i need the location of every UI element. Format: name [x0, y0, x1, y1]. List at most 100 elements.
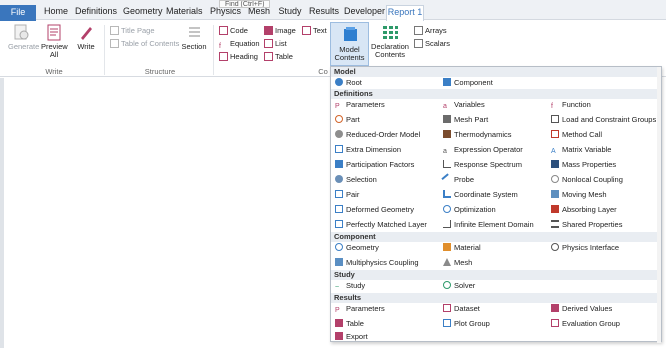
image-icon: [264, 26, 273, 35]
menu-item-label: Matrix Variable: [562, 145, 612, 154]
menu-item-study[interactable]: ~ Study: [335, 280, 365, 292]
menu-item-variables[interactable]: a Variables: [443, 99, 485, 111]
menu-item-plot-group[interactable]: Plot Group: [443, 318, 490, 330]
menu-item-infinite-element-domain[interactable]: Infinite Element Domain: [443, 219, 534, 231]
text-label: Text: [313, 26, 327, 35]
tab-definitions[interactable]: Definitions: [75, 5, 117, 20]
menu-item-table[interactable]: Table: [335, 318, 364, 330]
table-button[interactable]: Table: [264, 52, 293, 62]
list-button[interactable]: List: [264, 39, 287, 49]
code-button[interactable]: Code: [219, 26, 248, 36]
load-groups-icon: [551, 115, 559, 123]
menu-item-label: Extra Dimension: [346, 145, 402, 154]
menu-item-selection[interactable]: Selection: [335, 174, 377, 186]
menu-item-evaluation-group[interactable]: Evaluation Group: [551, 318, 620, 330]
menu-scrollbar[interactable]: [657, 67, 661, 343]
menu-item-perfectly-matched-layer[interactable]: Perfectly Matched Layer: [335, 219, 427, 231]
menu-item-dataset[interactable]: Dataset: [443, 303, 480, 315]
menu-item-part[interactable]: Part: [335, 114, 360, 126]
menu-item-response-spectrum[interactable]: Response Spectrum: [443, 159, 522, 171]
menu-item-coordinate-system[interactable]: Coordinate System: [443, 189, 518, 201]
tab-developer[interactable]: Developer: [344, 5, 385, 20]
export-icon: [335, 332, 343, 340]
menu-item-absorbing-layer[interactable]: Absorbing Layer: [551, 204, 617, 216]
tab-materials[interactable]: Materials: [166, 5, 203, 20]
menu-item-function[interactable]: f Function: [551, 99, 591, 111]
equation-button[interactable]: f Equation: [219, 39, 260, 50]
menu-item-mesh[interactable]: Mesh: [443, 257, 472, 269]
menu-item-mass-properties[interactable]: Mass Properties: [551, 159, 616, 171]
menu-item-label: Reduced-Order Model: [346, 130, 421, 139]
menu-item-multiphysics-coupling[interactable]: Multiphysics Coupling: [335, 257, 419, 269]
menu-item-component[interactable]: Component: [443, 77, 493, 89]
heading-button[interactable]: Heading: [219, 52, 258, 62]
method-call-icon: [551, 130, 559, 138]
arrays-button[interactable]: Arrays: [414, 26, 447, 36]
menu-item-label: Expression Operator: [454, 145, 523, 154]
function-icon: f: [551, 103, 553, 110]
plot-group-icon: [443, 319, 451, 327]
menu-item-moving-mesh[interactable]: Moving Mesh: [551, 189, 607, 201]
menu-item-shared-properties[interactable]: Shared Properties: [551, 219, 622, 231]
text-icon: [302, 26, 311, 35]
menu-item-label: Parameters: [346, 304, 385, 313]
model-contents-button[interactable]: Model Contents: [330, 22, 369, 66]
preview-all-button[interactable]: Preview All: [38, 24, 70, 59]
tab-home[interactable]: Home: [44, 5, 68, 20]
menu-item-participation-factors[interactable]: Participation Factors: [335, 159, 414, 171]
menu-item-optimization[interactable]: Optimization: [443, 204, 496, 216]
section-button[interactable]: Section: [180, 24, 208, 51]
menu-item-label: Geometry: [346, 243, 379, 252]
menu-item-nonlocal-coupling[interactable]: Nonlocal Coupling: [551, 174, 623, 186]
menu-item-label: Load and Constraint Groups: [562, 115, 657, 124]
image-button[interactable]: Image: [264, 26, 296, 36]
generate-button[interactable]: Generate: [8, 24, 39, 51]
variables-icon: a: [443, 103, 447, 110]
infinite-element-domain-icon: [443, 220, 451, 228]
tab-geometry[interactable]: Geometry: [123, 5, 163, 20]
heading-label: Heading: [230, 52, 258, 61]
menu-item-label: Shared Properties: [562, 220, 623, 229]
tab-report-1[interactable]: Report 1: [386, 5, 424, 21]
menu-item-pair[interactable]: Pair: [335, 189, 359, 201]
write-button[interactable]: Write: [74, 24, 98, 51]
model-contents-menu: Model Root Component Definitions P Parame…: [330, 66, 662, 343]
menu-item-solver[interactable]: Solver: [443, 280, 475, 292]
menu-item-geometry[interactable]: Geometry: [335, 242, 379, 254]
table-of-contents-button[interactable]: Table of Contents: [110, 39, 179, 49]
arrays-icon: [414, 26, 423, 35]
tab-file[interactable]: File: [0, 5, 36, 21]
title-page-button[interactable]: Title Page: [110, 26, 155, 36]
menu-item-thermodynamics[interactable]: Thermodynamics: [443, 129, 512, 141]
menu-item-derived-values[interactable]: Derived Values: [551, 303, 612, 315]
menu-item-method-call[interactable]: Method Call: [551, 129, 602, 141]
menu-item-expression-operator[interactable]: a Expression Operator: [443, 144, 523, 156]
menu-item-probe[interactable]: Probe: [441, 173, 474, 186]
absorbing-layer-icon: [551, 205, 559, 213]
menu-item-label: Optimization: [454, 205, 496, 214]
menu-item-parameters[interactable]: P Parameters: [335, 99, 385, 111]
menu-item-matrix-variable[interactable]: A Matrix Variable: [551, 144, 611, 156]
study-icon: ~: [335, 284, 340, 291]
menu-item-reduced-order-model[interactable]: Reduced-Order Model: [335, 129, 420, 141]
declaration-contents-button[interactable]: Declaration Contents: [370, 24, 410, 59]
menu-item-deformed-geometry[interactable]: Deformed Geometry: [335, 204, 414, 216]
tab-study[interactable]: Study: [277, 5, 303, 20]
menu-item-extra-dimension[interactable]: Extra Dimension: [335, 144, 401, 156]
menu-item-physics-interface[interactable]: Physics Interface: [551, 242, 619, 254]
scalars-button[interactable]: Scalars: [414, 39, 450, 49]
moving-mesh-icon: [551, 190, 559, 198]
tab-results[interactable]: Results: [309, 5, 339, 20]
menu-item-label: Parameters: [346, 100, 385, 109]
menu-item-material[interactable]: Material: [443, 242, 481, 254]
menu-item-mesh-part[interactable]: Mesh Part: [443, 114, 488, 126]
content-group-label: Co: [318, 67, 328, 76]
text-button[interactable]: Text: [302, 26, 327, 36]
matrix-variable-icon: A: [551, 148, 556, 155]
menu-item-export[interactable]: Export: [335, 331, 368, 343]
menu-item-load-and-constraint-groups[interactable]: Load and Constraint Groups: [551, 114, 656, 126]
menu-item-label: Evaluation Group: [562, 319, 620, 328]
menu-item-results-parameters[interactable]: P Parameters: [335, 303, 385, 315]
menu-item-root[interactable]: Root: [335, 77, 362, 89]
declaration-contents-icon: [382, 26, 398, 39]
